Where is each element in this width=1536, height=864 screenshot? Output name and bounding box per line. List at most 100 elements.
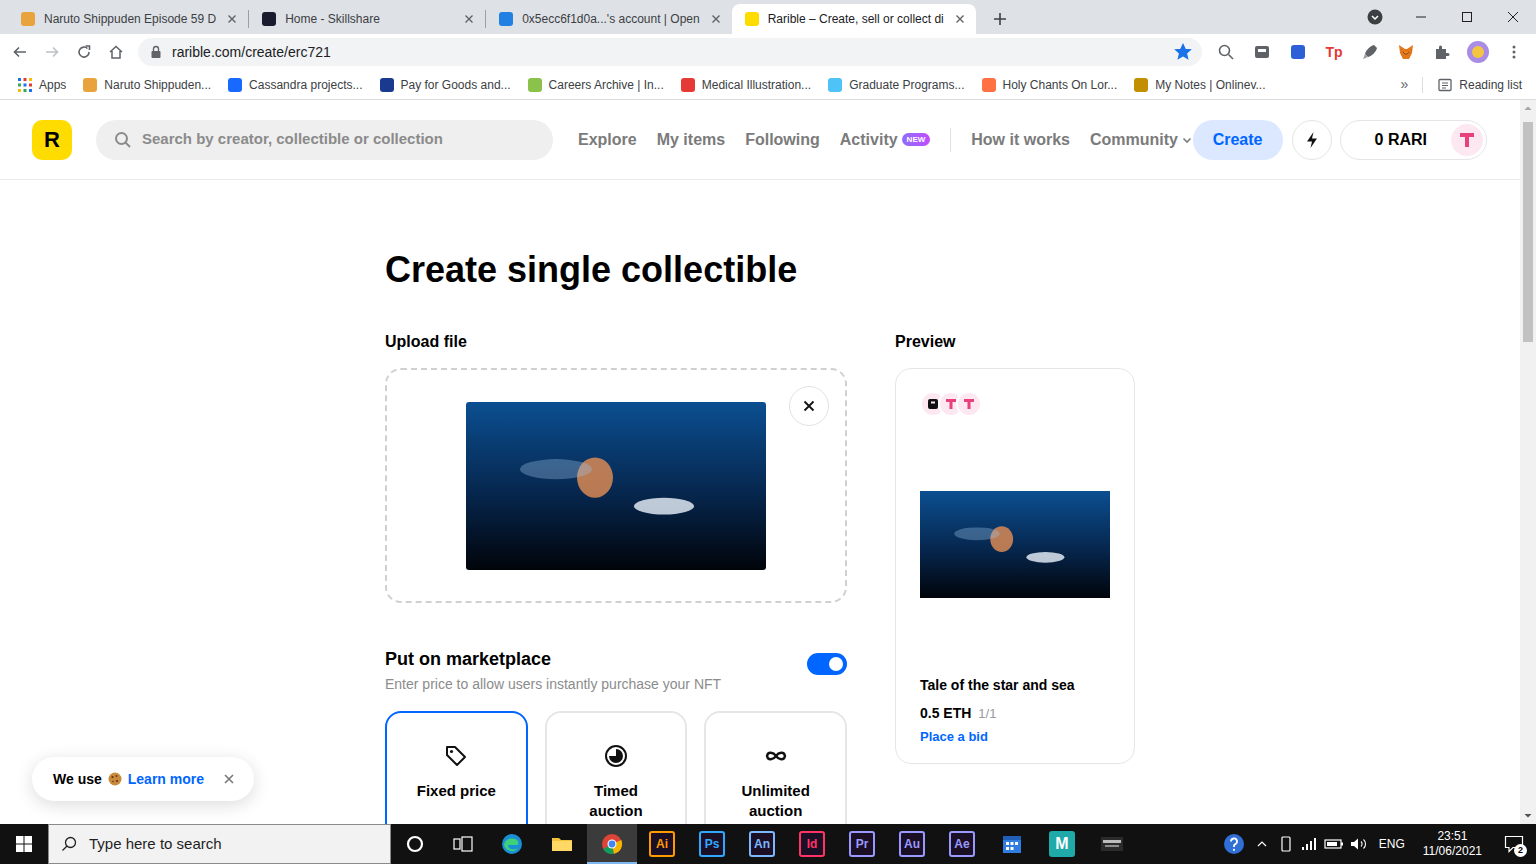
balance-pill[interactable]: 0 RARI (1340, 120, 1487, 160)
taskbar-app[interactable] (587, 824, 637, 864)
nav-label[interactable]: Community (1090, 128, 1178, 152)
bookmark[interactable]: Apps (10, 73, 73, 97)
extensions-menu-button[interactable] (1426, 38, 1458, 66)
taskbar-app[interactable]: An (737, 824, 787, 864)
minimize-button[interactable] (1398, 0, 1444, 34)
battery-button[interactable] (1321, 824, 1347, 864)
chrome-icon[interactable] (600, 832, 624, 856)
bookmark-title[interactable]: Cassandra projects... (249, 76, 362, 94)
help-button[interactable] (1219, 824, 1249, 864)
edge-icon[interactable] (500, 832, 524, 856)
taskbar-app[interactable] (1087, 824, 1137, 864)
taskbar-app[interactable]: Ai (637, 824, 687, 864)
bookmark-star-icon[interactable] (1174, 43, 1192, 61)
reload-button[interactable] (70, 38, 98, 66)
bookmark-title[interactable]: My Notes | Onlinev... (1155, 76, 1265, 94)
app-icon[interactable]: Ae (949, 831, 975, 857)
learn-more-link[interactable]: Learn more (128, 769, 204, 790)
search-bar[interactable] (96, 120, 553, 160)
app-icon[interactable]: M (1049, 831, 1075, 857)
sale-type-label[interactable]: Fixed price (417, 781, 496, 801)
community-menu[interactable]: Community (1090, 128, 1192, 152)
app-icon[interactable]: Ps (699, 831, 725, 857)
home-button[interactable] (102, 38, 130, 66)
device-icon-button[interactable] (1275, 824, 1297, 864)
nav-label[interactable]: Following (745, 128, 820, 152)
close-icon[interactable] (952, 11, 968, 27)
taskbar-search[interactable]: Type here to search (48, 824, 391, 864)
tab-title[interactable]: 0x5ecc6f1d0a...'s account | Open (522, 11, 700, 27)
network-button[interactable] (1297, 824, 1321, 864)
nav-label[interactable]: Explore (578, 128, 637, 152)
bookmark[interactable]: Careers Archive | In... (520, 73, 671, 97)
sale-type-card[interactable]: Fixed price (385, 711, 528, 824)
more-bookmarks-button[interactable]: » (1395, 74, 1415, 95)
explorer-icon[interactable] (550, 832, 574, 856)
show-hidden-icons-button[interactable] (1249, 824, 1275, 864)
nav-link[interactable]: ActivityNEW (840, 128, 930, 152)
maximize-button[interactable] (1444, 0, 1490, 34)
extension-button[interactable] (1246, 38, 1278, 66)
app-icon[interactable]: An (749, 831, 775, 857)
search-input[interactable] (142, 128, 541, 151)
bookmark-title[interactable]: Graduate Programs... (849, 76, 964, 94)
extension-button[interactable] (1210, 38, 1242, 66)
taskbar-app[interactable]: Au (887, 824, 937, 864)
taskbar-app[interactable]: Ps (687, 824, 737, 864)
taskbar-search-text[interactable]: Type here to search (89, 833, 222, 856)
taskbar-app[interactable]: M (1037, 824, 1087, 864)
tab-title[interactable]: Naruto Shippuden Episode 59 D (44, 11, 216, 27)
taskbar-app[interactable] (487, 824, 537, 864)
bookmark-title[interactable]: Pay for Goods and... (401, 76, 511, 94)
task-view-button[interactable] (439, 824, 487, 864)
browser-tab[interactable]: Naruto Shippuden Episode 59 D (8, 4, 248, 34)
app-icon[interactable]: Au (899, 831, 925, 857)
bookmark-title[interactable]: Apps (39, 76, 66, 94)
bookmark-title[interactable]: Naruto Shippuden... (104, 76, 211, 94)
bookmark[interactable]: Graduate Programs... (820, 73, 971, 97)
language-button[interactable]: ENG (1371, 824, 1413, 864)
close-window-button[interactable] (1490, 0, 1536, 34)
notifications-button[interactable]: 2 (1492, 824, 1536, 864)
nav-link[interactable]: Following (745, 128, 820, 152)
new-tab-icon[interactable] (986, 5, 1014, 33)
create-button[interactable]: Create (1193, 120, 1283, 160)
extension-button[interactable]: Tp (1318, 38, 1350, 66)
remove-file-button[interactable] (789, 386, 829, 426)
volume-button[interactable] (1347, 824, 1371, 864)
app-icon[interactable]: Id (799, 831, 825, 857)
chrome-menu-button[interactable] (1498, 38, 1530, 66)
extension-button[interactable] (1354, 38, 1386, 66)
reading-list-button[interactable]: Reading list (1431, 73, 1528, 97)
calendar-icon[interactable] (1000, 832, 1024, 856)
sale-type-card[interactable]: Timed auction (545, 711, 688, 824)
browser-tab[interactable]: Home - Skillshare (249, 4, 485, 34)
tab-search-button[interactable] (1352, 0, 1398, 34)
upload-dropzone[interactable] (385, 368, 847, 603)
app-icon[interactable]: Pr (849, 831, 875, 857)
url-text[interactable]: rarible.com/create/erc721 (172, 42, 1164, 63)
scrollbar-thumb[interactable] (1523, 122, 1533, 342)
bookmark[interactable]: Cassandra projects... (220, 73, 369, 97)
nav-label[interactable]: Activity (840, 128, 898, 152)
sale-type-label[interactable]: Timed auction (576, 781, 656, 821)
rarible-logo[interactable]: R (32, 120, 72, 160)
taskbar-app[interactable]: Ae (937, 824, 987, 864)
taskbar-app[interactable] (537, 824, 587, 864)
browser-tab[interactable]: Rarible – Create, sell or collect di (732, 4, 976, 34)
extension-label[interactable]: Tp (1325, 45, 1342, 59)
close-icon[interactable] (708, 11, 724, 27)
bookmark-title[interactable]: Careers Archive | In... (549, 76, 664, 94)
start-button[interactable] (0, 824, 48, 864)
nav-link[interactable]: How it works (971, 128, 1070, 152)
address-bar[interactable]: rarible.com/create/erc721 (138, 38, 1202, 66)
bookmark[interactable]: Naruto Shippuden... (75, 73, 218, 97)
bookmark[interactable]: Pay for Goods and... (372, 73, 518, 97)
profile-button[interactable] (1462, 38, 1494, 66)
bookmark-title[interactable]: Holy Chants On Lor... (1003, 76, 1118, 94)
nav-label[interactable]: My items (657, 128, 725, 152)
sale-type-label[interactable]: Unlimited auction (736, 781, 816, 821)
browser-tab[interactable]: 0x5ecc6f1d0a...'s account | Open (486, 4, 732, 34)
tab-title[interactable]: Rarible – Create, sell or collect di (768, 11, 944, 27)
bookmark-title[interactable]: Medical Illustration... (702, 76, 811, 94)
